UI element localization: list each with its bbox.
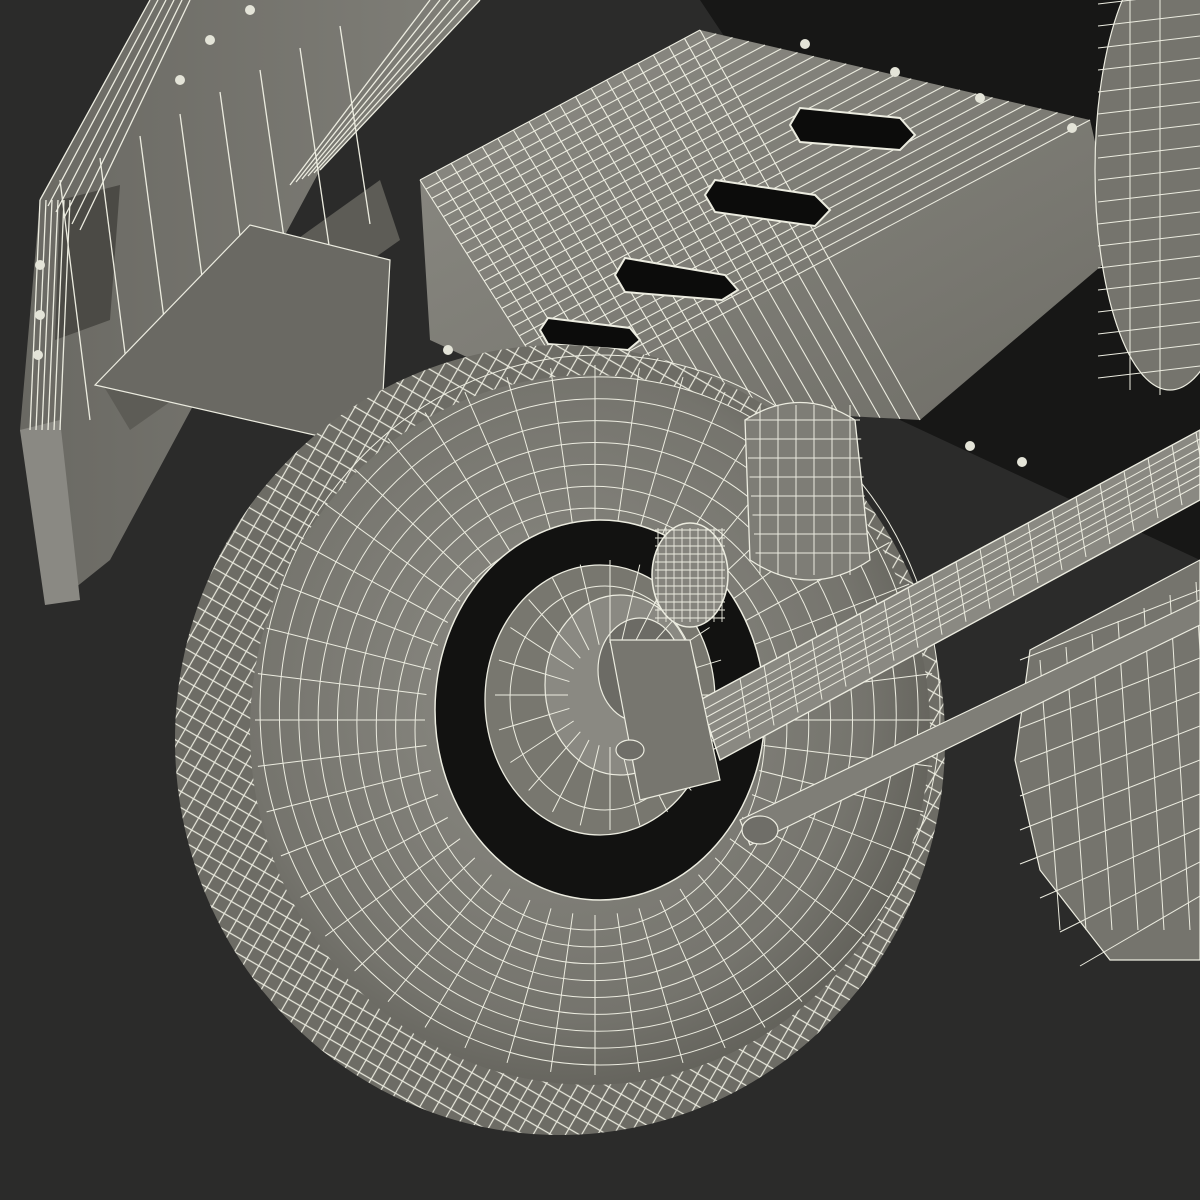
wireframe-render: [20, 0, 1200, 1135]
shock-absorber: [651, 522, 729, 628]
viewport-3d[interactable]: [0, 0, 1200, 1200]
bump-stop: [744, 401, 871, 581]
